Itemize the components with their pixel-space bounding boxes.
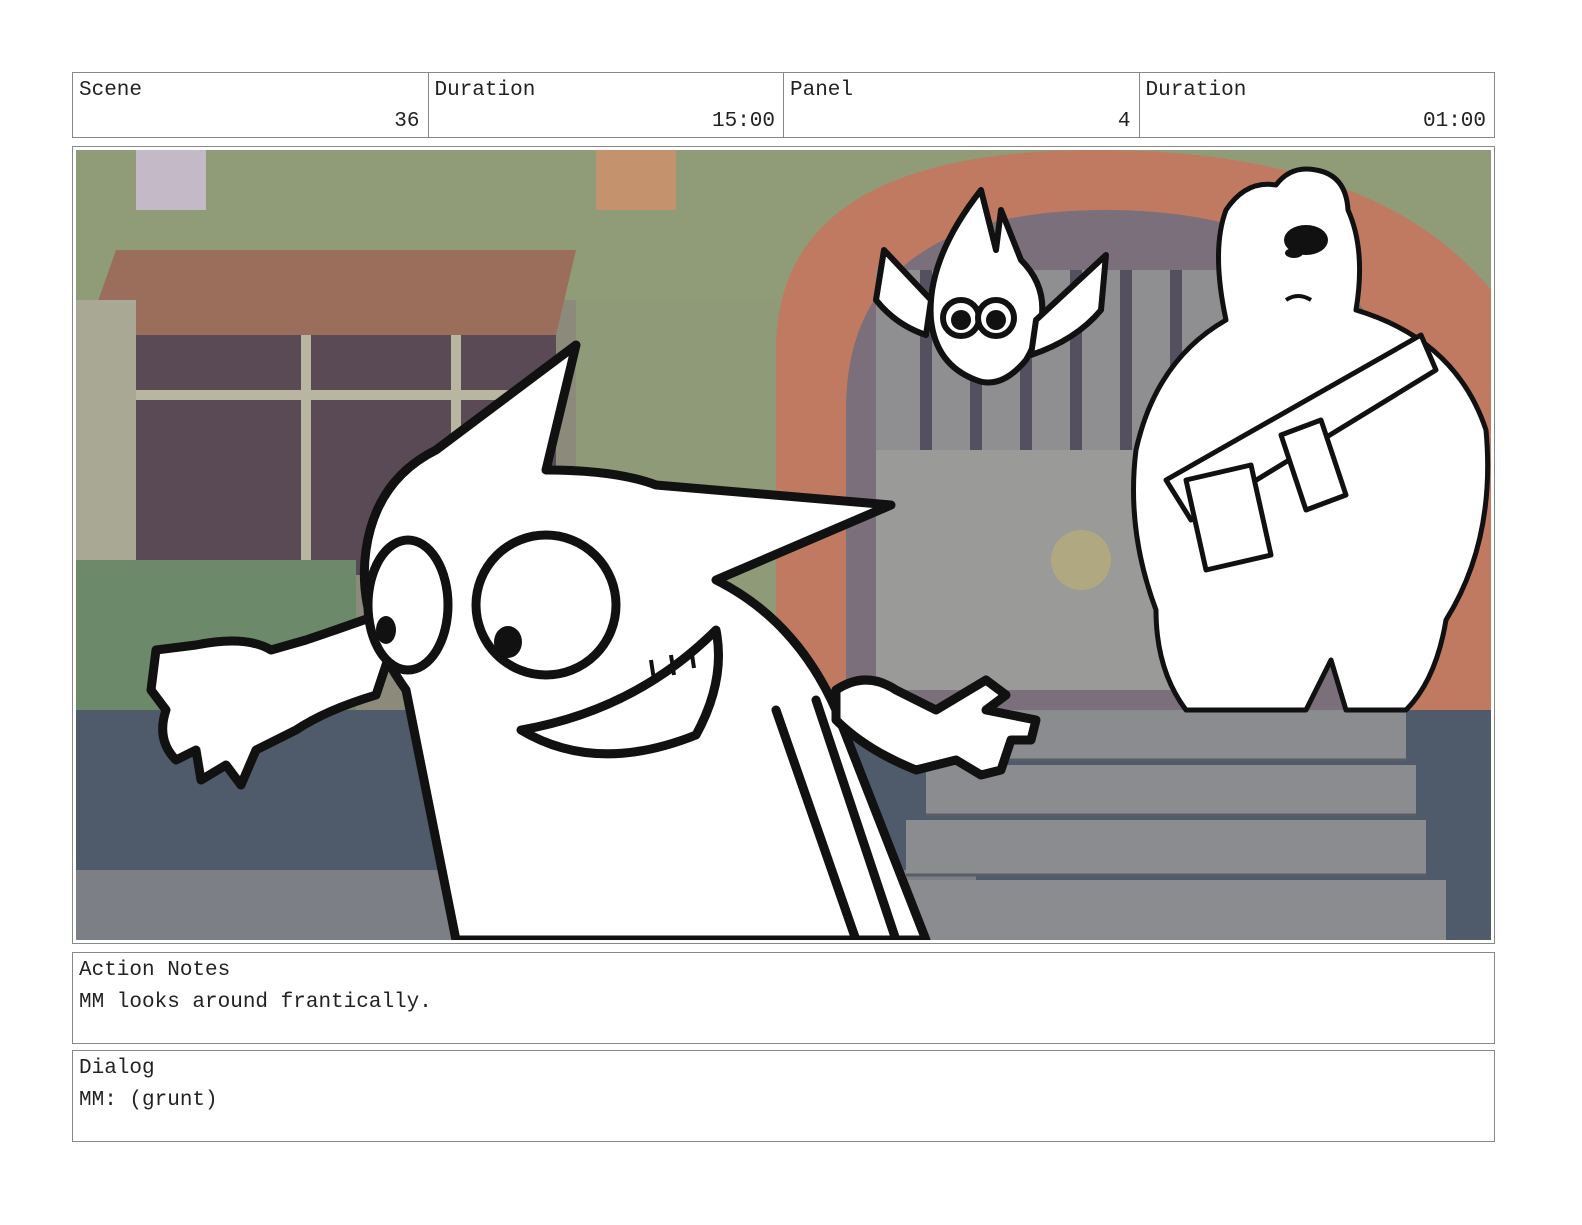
scene-duration-value: 15:00 — [711, 110, 775, 133]
panel-duration-value: 01:00 — [1422, 110, 1486, 133]
action-notes-box: Action Notes MM looks around frantically… — [72, 952, 1495, 1044]
scene-value: 36 — [394, 110, 420, 133]
dialog-box: Dialog MM: (grunt) — [72, 1050, 1495, 1142]
panel-duration-label: Duration — [1145, 79, 1247, 102]
scene-cell: Scene 36 — [73, 73, 429, 137]
storyboard-panel-image — [76, 150, 1491, 940]
panel-cell: Panel 4 — [784, 73, 1140, 137]
scene-label: Scene — [79, 79, 143, 102]
scene-duration-cell: Duration 15:00 — [429, 73, 784, 137]
dialog-label: Dialog — [79, 1057, 155, 1080]
panel-duration-cell: Duration 01:00 — [1140, 73, 1495, 137]
action-notes-label: Action Notes — [79, 959, 231, 982]
panel-header: Scene 36 Duration 15:00 Panel 4 Duration… — [72, 72, 1495, 138]
action-notes-text: MM looks around frantically. — [79, 991, 432, 1014]
scene-duration-label: Duration — [434, 79, 536, 102]
storyboard-frame — [72, 146, 1495, 944]
dialog-text: MM: (grunt) — [79, 1089, 218, 1112]
panel-value: 4 — [1117, 110, 1131, 133]
panel-label: Panel — [790, 79, 854, 102]
